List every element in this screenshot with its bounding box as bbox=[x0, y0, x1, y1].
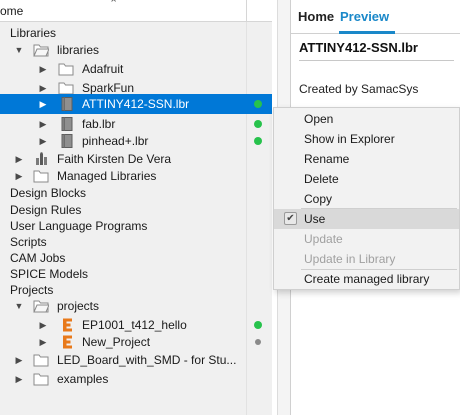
tree-item-label: examples bbox=[57, 372, 109, 386]
sort-ascending-icon[interactable]: ⌃ bbox=[109, 0, 118, 10]
menu-item-label: Create managed library bbox=[304, 272, 430, 286]
status-indicator-icon bbox=[254, 100, 262, 108]
menu-item-label: Update bbox=[304, 232, 343, 246]
library-book-icon bbox=[61, 134, 73, 148]
library-book-icon bbox=[61, 97, 73, 111]
tree-item-adafruit[interactable]: ▶ Adafruit bbox=[0, 59, 272, 79]
folder-icon bbox=[33, 170, 49, 183]
library-tree-panel: ome ⌃ Libraries ▼ libraries ▶ Adafruit ▶… bbox=[0, 0, 272, 415]
folder-icon bbox=[33, 354, 49, 367]
eagle-project-icon bbox=[63, 318, 72, 332]
collapsed-arrow-icon[interactable]: ▶ bbox=[37, 332, 49, 352]
menu-item-delete[interactable]: Delete bbox=[274, 169, 459, 189]
status-indicator-icon bbox=[254, 120, 262, 128]
checkmark-icon: ✔ bbox=[284, 212, 297, 225]
preview-created-by: Created by SamacSys bbox=[299, 82, 419, 96]
context-menu: Open Show in Explorer Rename Delete Copy… bbox=[273, 107, 460, 290]
menu-item-label: Use bbox=[304, 212, 326, 226]
status-indicator-icon bbox=[254, 321, 262, 329]
eagle-project-icon bbox=[63, 335, 72, 349]
menu-item-copy[interactable]: Copy bbox=[274, 189, 459, 209]
menu-item-label: Rename bbox=[304, 152, 350, 166]
divider bbox=[299, 60, 454, 61]
menu-item-label: Open bbox=[304, 112, 334, 126]
tree-item-label: New_Project bbox=[82, 335, 151, 349]
name-column-label: ome bbox=[0, 4, 24, 18]
menu-item-label: Copy bbox=[304, 192, 333, 206]
menu-item-update-in-library: Update in Library bbox=[274, 249, 459, 269]
tree-item-examples[interactable]: ▶ examples bbox=[0, 369, 272, 389]
menu-item-label: Delete bbox=[304, 172, 339, 186]
menu-item-create-managed-library[interactable]: Create managed library bbox=[274, 269, 459, 289]
panel-tabs: Home Preview bbox=[291, 0, 460, 34]
tree-item-attiny412-lbr[interactable]: ▶ ATTINY412-SSN.lbr bbox=[0, 94, 272, 114]
status-indicator-icon bbox=[255, 339, 261, 345]
folder-icon bbox=[58, 82, 74, 95]
folder-icon bbox=[58, 63, 74, 76]
tab-preview[interactable]: Preview bbox=[340, 9, 389, 24]
tree-item-label: libraries bbox=[57, 43, 100, 57]
tree-item-label: projects bbox=[57, 299, 100, 313]
expanded-arrow-icon[interactable]: ▼ bbox=[13, 296, 25, 316]
tree-item-led-board[interactable]: ▶ LED_Board_with_SMD - for Stu... bbox=[0, 350, 272, 370]
expanded-arrow-icon[interactable]: ▼ bbox=[13, 40, 25, 60]
folder-icon bbox=[33, 373, 49, 386]
library-book-icon bbox=[61, 117, 73, 131]
column-divider[interactable] bbox=[246, 0, 247, 22]
status-indicator-icon bbox=[254, 137, 262, 145]
menu-item-show-in-explorer[interactable]: Show in Explorer bbox=[274, 129, 459, 149]
tree-column-header[interactable]: ome ⌃ bbox=[0, 0, 272, 22]
active-tab-indicator bbox=[339, 31, 395, 34]
tree-item-project-new[interactable]: ▶ New_Project bbox=[0, 332, 272, 352]
tree-item-libraries-folder[interactable]: ▼ libraries bbox=[0, 40, 272, 60]
tab-home[interactable]: Home bbox=[298, 9, 334, 24]
collapsed-arrow-icon[interactable]: ▶ bbox=[37, 59, 49, 79]
menu-item-rename[interactable]: Rename bbox=[274, 149, 459, 169]
preview-title: ATTINY412-SSN.lbr bbox=[299, 40, 418, 55]
tree-item-pinhead-lbr[interactable]: ▶ pinhead+.lbr bbox=[0, 131, 272, 151]
folder-open-icon bbox=[33, 300, 49, 313]
collapsed-arrow-icon[interactable]: ▶ bbox=[13, 350, 25, 370]
tree-item-label: Adafruit bbox=[82, 62, 124, 76]
collapsed-arrow-icon[interactable]: ▶ bbox=[37, 131, 49, 151]
menu-item-update: Update bbox=[274, 229, 459, 249]
tree-item-label: pinhead+.lbr bbox=[82, 134, 149, 148]
menu-item-label: Show in Explorer bbox=[304, 132, 395, 146]
tree-item-label: ATTINY412-SSN.lbr bbox=[82, 97, 190, 111]
collapsed-arrow-icon[interactable]: ▶ bbox=[13, 369, 25, 389]
menu-item-open[interactable]: Open bbox=[274, 109, 459, 129]
collapsed-arrow-icon[interactable]: ▶ bbox=[37, 94, 49, 114]
tree-item-label: LED_Board_with_SMD - for Stu... bbox=[57, 353, 237, 367]
team-users-icon bbox=[36, 152, 47, 165]
menu-item-label: Update in Library bbox=[304, 252, 396, 266]
tree-item-projects-folder[interactable]: ▼ projects bbox=[0, 296, 272, 316]
folder-open-icon bbox=[33, 44, 49, 57]
menu-item-use[interactable]: ✔ Use bbox=[274, 209, 459, 229]
